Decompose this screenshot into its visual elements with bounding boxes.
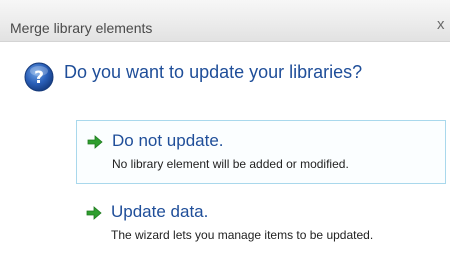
svg-text:?: ? [34,68,44,88]
title-bar: Merge library elements x [0,0,450,42]
option-description: The wizard lets you manage items to be u… [111,228,374,242]
question-text: Do you want to update your libraries? [64,62,363,82]
window-title: Merge library elements [10,20,153,36]
green-arrow-icon [87,135,103,149]
option-do-not-update[interactable]: Do not update. No library element will b… [76,120,446,184]
merge-library-dialog: Merge library elements x ? Do you want t… [0,0,450,264]
question-icon: ? [24,62,54,92]
option-label: Update data. [111,202,209,221]
option-update-data[interactable]: Update data. The wizard lets you manage … [76,192,446,256]
option-label: Do not update. [112,131,224,150]
close-button[interactable]: x [437,17,445,33]
green-arrow-icon [86,206,102,220]
option-description: No library element will be added or modi… [112,157,349,171]
question-header: ? Do you want to update your libraries? [0,42,450,102]
